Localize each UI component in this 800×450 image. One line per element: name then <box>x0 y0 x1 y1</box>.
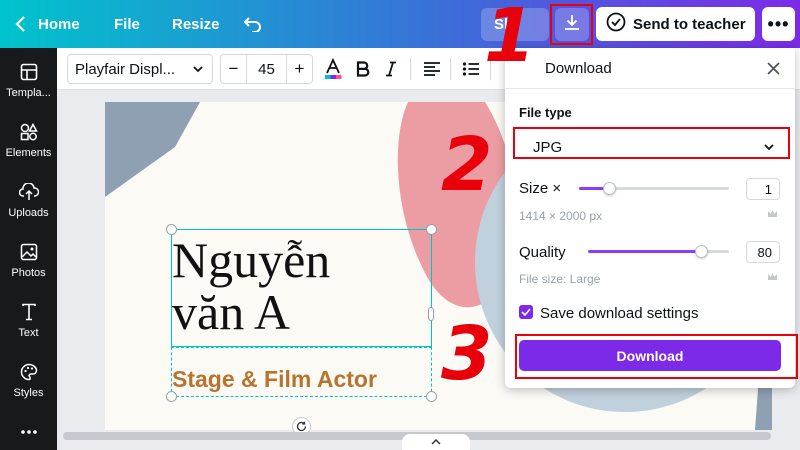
styles-icon <box>19 362 39 382</box>
list-icon[interactable] <box>459 57 483 81</box>
toolbar-divider <box>410 58 411 80</box>
dimensions-hint: 1414 × 2000 px <box>519 209 603 223</box>
file-type-label: File type <box>519 105 572 120</box>
quality-input[interactable]: 80 <box>746 241 780 263</box>
font-size-increase-button[interactable]: + <box>287 59 312 79</box>
sidebar-item-label: Styles <box>13 387 44 399</box>
align-left-icon[interactable] <box>420 57 444 81</box>
elements-icon <box>19 122 39 142</box>
quality-label: Quality <box>519 244 566 261</box>
sidebar-item-elements[interactable]: Elements <box>0 108 57 168</box>
crown-icon <box>767 209 778 222</box>
photos-icon <box>19 242 39 262</box>
undo-icon[interactable] <box>244 0 262 48</box>
save-settings-label: Save download settings <box>540 305 699 322</box>
sidebar-item-text[interactable]: Text <box>0 288 57 348</box>
step-number-1: 1 <box>484 0 536 79</box>
size-input[interactable]: 1 <box>746 178 780 200</box>
file-size-hint: File size: Large <box>519 272 601 286</box>
more-dots-icon <box>19 422 39 442</box>
close-icon[interactable] <box>764 59 782 77</box>
crown-icon <box>767 272 778 285</box>
step-number-3: 3 <box>441 311 493 397</box>
step-number-2: 2 <box>441 122 493 208</box>
highlight-box-download-button <box>515 334 798 379</box>
size-slider-knob[interactable] <box>603 182 616 195</box>
upload-icon <box>18 182 39 202</box>
font-size-input[interactable]: 45 <box>246 55 287 83</box>
panel-divider <box>505 88 795 89</box>
font-family-value: Playfair Displ... <box>75 60 176 78</box>
font-size-decrease-button[interactable]: − <box>221 59 246 79</box>
sidebar-item-templates[interactable]: Templa... <box>0 48 57 108</box>
more-options-button[interactable]: ••• <box>762 7 795 41</box>
sidebar-item-label: Elements <box>5 147 52 159</box>
panel-title: Download <box>545 60 612 77</box>
highlight-box-download-icon <box>550 4 593 45</box>
size-slider[interactable] <box>579 182 729 195</box>
font-size-stepper: − 45 + <box>220 54 313 84</box>
home-link[interactable]: Home <box>38 0 80 48</box>
text-icon <box>19 302 39 322</box>
bold-icon[interactable] <box>351 57 375 81</box>
check-circle-icon <box>606 12 626 36</box>
back-chevron-icon[interactable] <box>10 0 32 48</box>
quality-slider-fill <box>588 250 701 253</box>
chevron-up-icon <box>431 433 441 450</box>
file-menu[interactable]: File <box>114 0 140 48</box>
canva-editor: Home File Resize Sh Send to teacher ••• … <box>0 0 800 450</box>
size-label: Size × <box>519 180 562 197</box>
italic-icon[interactable] <box>379 57 403 81</box>
sidebar-item-uploads[interactable]: Uploads <box>0 168 57 228</box>
top-bar: Home File Resize Sh Send to teacher ••• <box>0 0 800 48</box>
subhead-text[interactable]: Stage & Film Actor <box>172 366 377 393</box>
sidebar-item-more[interactable] <box>0 408 57 450</box>
send-to-teacher-button[interactable]: Send to teacher <box>596 7 755 41</box>
save-settings-checkbox[interactable] <box>519 305 533 319</box>
sidebar-item-label: Templa... <box>6 87 51 99</box>
templates-icon <box>19 62 39 82</box>
highlight-box-file-type <box>513 127 790 159</box>
sidebar-item-label: Photos <box>11 267 46 279</box>
send-to-teacher-label: Send to teacher <box>633 15 746 33</box>
headline-text[interactable]: Nguyễn văn A <box>172 234 432 338</box>
quality-slider-knob[interactable] <box>694 245 708 258</box>
toolbar-divider <box>450 58 451 80</box>
sidebar-item-styles[interactable]: Styles <box>0 348 57 408</box>
resize-menu[interactable]: Resize <box>172 0 220 48</box>
chevron-down-icon <box>192 62 204 80</box>
resize-handle[interactable] <box>426 391 437 402</box>
pages-toggle[interactable] <box>402 434 470 450</box>
font-family-select[interactable]: Playfair Displ... <box>67 54 213 84</box>
text-color-icon[interactable] <box>321 57 345 81</box>
sidebar: Templa... Elements Uploads Photos Text S… <box>0 48 57 450</box>
sidebar-item-label: Text <box>18 327 39 339</box>
sidebar-item-photos[interactable]: Photos <box>0 228 57 288</box>
sidebar-item-label: Uploads <box>8 207 49 219</box>
quality-slider[interactable] <box>588 245 729 258</box>
